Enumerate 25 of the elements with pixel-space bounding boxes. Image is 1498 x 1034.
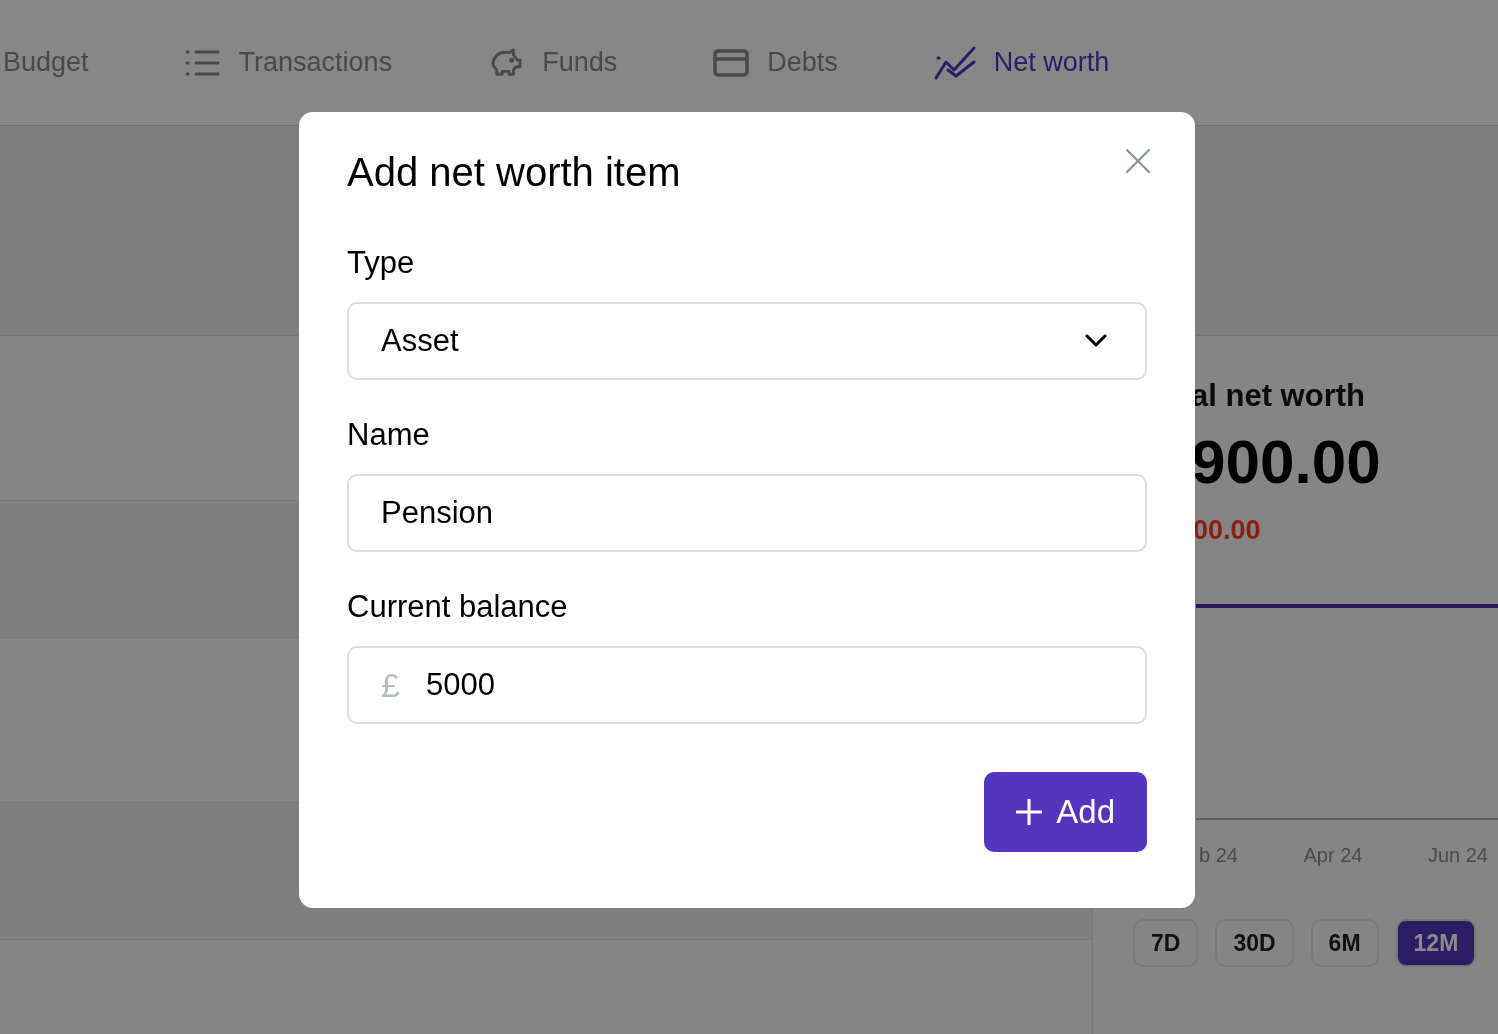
plus-icon <box>1016 799 1043 825</box>
axis-label: Jun 24 <box>1427 844 1488 867</box>
range-button[interactable]: 6M <box>1310 919 1379 967</box>
balance-input-field[interactable]: £ 5000 <box>347 646 1147 724</box>
axis-label: b 24 <box>1199 844 1238 867</box>
modal-title: Add net worth item <box>347 150 681 196</box>
chevron-down-icon <box>1085 334 1107 348</box>
line-chart-icon <box>933 45 976 80</box>
currency-prefix: £ <box>381 665 400 705</box>
range-button[interactable]: 7D <box>1133 919 1199 967</box>
balance-value: 5000 <box>425 667 496 703</box>
field-label: Type <box>347 245 416 281</box>
field-label: Name <box>347 417 431 453</box>
field-label: Current balance <box>347 589 569 625</box>
axis-label: Apr 24 <box>1303 844 1363 867</box>
close-icon[interactable] <box>1125 148 1151 174</box>
add-button[interactable]: Add <box>984 772 1147 852</box>
net-worth-change: 00.00 <box>1193 515 1262 546</box>
nav-tab[interactable]: Net worth <box>933 35 1110 90</box>
credit-card-icon <box>713 47 750 78</box>
range-button[interactable]: 12M <box>1395 919 1477 967</box>
net-worth-amount: 900.00 <box>1191 426 1382 497</box>
input-field[interactable]: Pension <box>347 474 1147 552</box>
type-select[interactable]: Asset <box>347 302 1147 380</box>
range-button[interactable]: 30D <box>1215 919 1294 967</box>
